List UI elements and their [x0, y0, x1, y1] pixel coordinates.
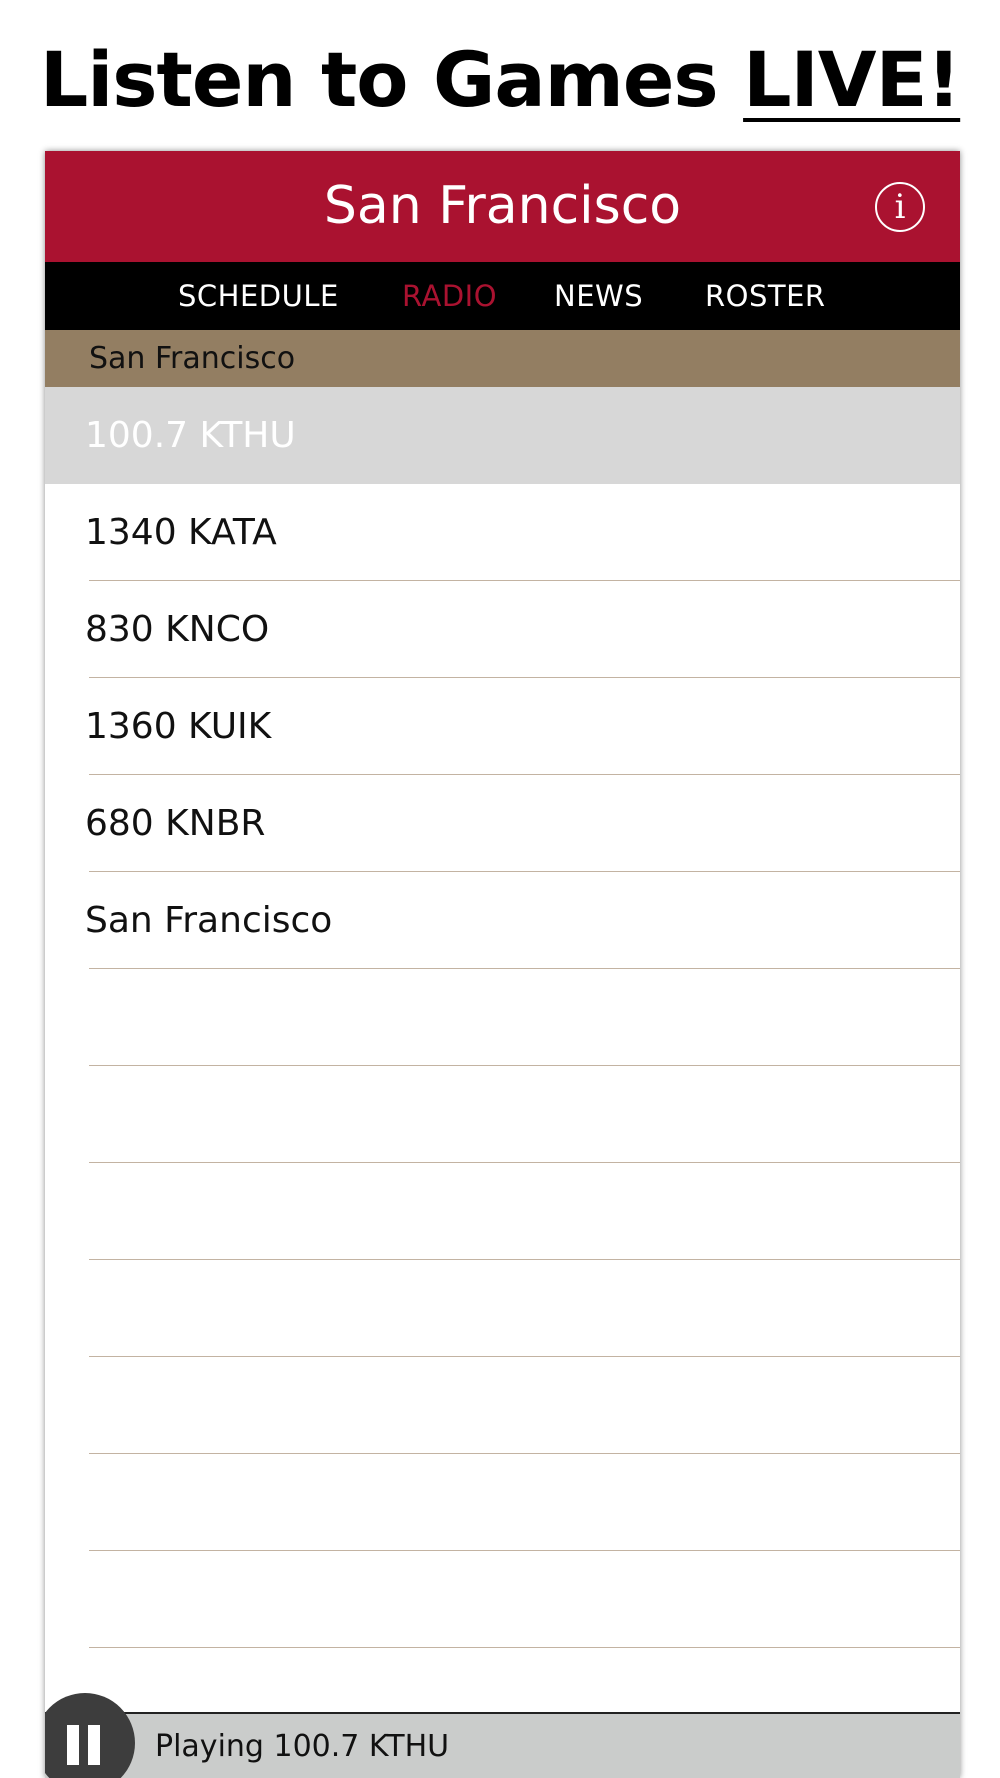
headline-text: Listen to Games — [39, 35, 744, 124]
tab-bar: SCHEDULE RADIO NEWS ROSTER — [45, 262, 960, 330]
now-playing-bar: Playing 100.7 KTHU — [45, 1712, 960, 1778]
section-label: San Francisco — [89, 341, 296, 376]
station-row[interactable]: 830 KNCO — [45, 581, 960, 678]
empty-row — [45, 1260, 960, 1357]
empty-row — [45, 1454, 960, 1551]
station-label: San Francisco — [85, 900, 333, 941]
empty-row — [45, 1066, 960, 1163]
station-label: 100.7 KTHU — [85, 415, 296, 456]
empty-row — [45, 969, 960, 1066]
empty-row — [45, 1163, 960, 1260]
station-row-selected[interactable]: 100.7 KTHU — [45, 387, 960, 484]
station-label: 830 KNCO — [85, 609, 270, 650]
empty-row — [45, 1357, 960, 1454]
now-playing-text: Playing 100.7 KTHU — [155, 1729, 450, 1764]
tab-roster[interactable]: ROSTER — [705, 262, 826, 330]
tab-radio[interactable]: RADIO — [402, 262, 497, 330]
station-row[interactable]: San Francisco — [45, 872, 960, 969]
info-icon[interactable]: i — [875, 182, 925, 232]
app-frame: San Francisco i SCHEDULE RADIO NEWS ROST… — [45, 151, 960, 1778]
promo-headline: Listen to Games LIVE! — [0, 30, 1000, 130]
row-divider — [89, 1647, 960, 1648]
station-label: 1360 KUIK — [85, 706, 272, 747]
station-label: 680 KNBR — [85, 803, 266, 844]
station-label: 1340 KATA — [85, 512, 277, 553]
empty-row — [45, 1551, 960, 1648]
station-list: 100.7 KTHU 1340 KATA 830 KNCO 1360 KUIK … — [45, 387, 960, 1648]
station-row[interactable]: 680 KNBR — [45, 775, 960, 872]
tab-news[interactable]: NEWS — [554, 262, 643, 330]
tab-schedule[interactable]: SCHEDULE — [178, 262, 339, 330]
headline-live: LIVE! — [743, 35, 961, 124]
pause-bar-right — [88, 1725, 100, 1765]
station-row[interactable]: 1340 KATA — [45, 484, 960, 581]
station-row[interactable]: 1360 KUIK — [45, 678, 960, 775]
title-bar: San Francisco i — [45, 151, 960, 262]
section-header: San Francisco — [45, 330, 960, 387]
app-screen: Listen to Games LIVE! San Francisco i SC… — [0, 0, 1000, 1778]
pause-bar-left — [67, 1725, 79, 1765]
pause-icon[interactable] — [45, 1693, 135, 1778]
team-title: San Francisco — [323, 176, 682, 236]
